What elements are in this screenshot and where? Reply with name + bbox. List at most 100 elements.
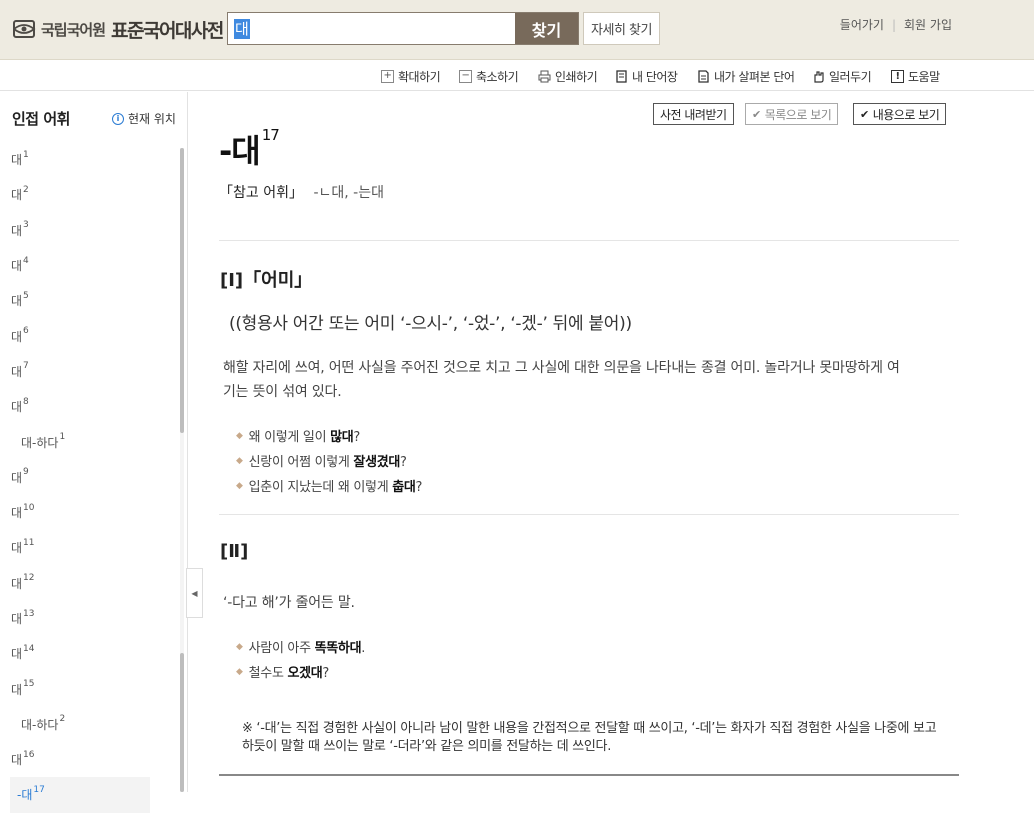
sidebar-item-label: 대 [11,364,23,379]
sidebar-item-label: 대-하다 [21,435,59,450]
sidebar-item-word[interactable]: 대1 [0,142,178,177]
search-button[interactable]: 찾기 [515,13,578,44]
sidebar-item-homograph-number: 3 [23,220,29,231]
signup-link[interactable]: 회원 가입 [904,16,952,33]
reference-value[interactable]: -ㄴ대, -는대 [313,185,384,201]
sidebar-item-homograph-number: 10 [23,502,35,513]
zoom-out-icon: − [459,69,472,83]
sense-1-grammar-note: ((형용사 어간 또는 어미 ‘-으시-’, ‘-었-’, ‘-겠-’ 뒤에 붙… [229,314,632,334]
sidebar-item-homograph-number: 12 [23,573,35,584]
hand-icon [812,70,825,83]
example-item: ◆ 사람이 아주 똑똑하대. [236,634,365,659]
sidebar-item-word[interactable]: 대 10 [0,495,178,530]
sidebar-item-word[interactable]: 대8 [0,389,178,424]
logo-icon [12,17,36,41]
sidebar-item-word[interactable]: 대-하다 2 [0,707,178,742]
usage-footnote: ※ ‘-대’는 직접 경험한 사실이 아니라 남이 말한 내용을 간접적으로 전… [242,721,937,754]
sidebar-item-homograph-number: 17 [33,784,45,795]
wordbook-button[interactable]: 내 단어장 [615,68,678,84]
print-button[interactable]: 인쇄하기 [538,68,598,84]
content-view-button[interactable]: ✔ 내용으로 보기 [853,103,947,125]
sidebar-item-homograph-number: 7 [23,361,29,372]
bullet-icon: ◆ [236,455,243,466]
sidebar-item-homograph-number: 1 [59,432,66,443]
sidebar-item-word[interactable]: 대9 [0,460,178,495]
sidebar-item-word[interactable]: 대7 [0,354,178,389]
adjacent-word-list: 대 1 대 2 대 3 대 4 대 5 대 6 대 7 대 8 대-하다 1 대 9 대 10 대 11 대 12 대 13 대 14 대 1… [0,142,178,813]
example-item: ◆ 철수도 오겠대? [236,659,365,684]
print-label: 인쇄하기 [555,69,598,84]
entry-title: -대 17 [219,126,280,172]
sidebar-item-homograph-number: 5 [23,290,29,301]
zoom-in-icon: + [381,69,394,83]
site-logo[interactable]: 국립국어원 표준국어대사전 [12,16,224,42]
example-item: ◆ 왜 이렇게 일이 많대? [236,423,422,448]
sidebar-item-homograph-number: 13 [23,608,35,619]
sidebar-item-word[interactable]: 대 15 [0,671,178,706]
sidebar-item-homograph-number: 11 [23,537,35,548]
sense-2-examples: ◆ 사람이 아주 똑똑하대. ◆ 철수도 오겠대? [236,634,365,684]
current-location-label: 현재 위치 [128,112,176,126]
sidebar-item-word[interactable]: 대6 [0,318,178,353]
example-text: 사람이 아주 똑똑하대. [248,641,366,656]
guide-button[interactable]: 일러두기 [812,68,872,84]
sidebar-item-label: 대 [11,647,23,662]
toolbar: + 확대하기 − 축소하기 인쇄하기 내 단어장 내가 살펴본 단어 일러두기 … [0,60,1034,91]
login-link[interactable]: 들어가기 [840,16,884,33]
search-input[interactable]: 대 [234,19,250,39]
sidebar-item-label: 대 [11,223,23,238]
check-icon: ✔ [860,107,869,121]
sidebar-item-word[interactable]: 대 12 [0,566,178,601]
sidebar-item-word[interactable]: 대 13 [0,601,178,636]
sidebar-item-word[interactable]: -대 17 [10,777,150,813]
sidebar-item-label: 대-하다 [21,717,59,732]
top-links: 들어가기 | 회원 가입 [840,16,952,33]
history-button[interactable]: 내가 살펴본 단어 [697,68,795,84]
example-text: 왜 이렇게 일이 많대? [248,430,361,445]
sidebar-item-word[interactable]: 대5 [0,283,178,318]
sidebar-item-homograph-number: 2 [23,184,29,195]
sidebar-item-label: 대 [11,506,23,521]
sidebar-item-homograph-number: 14 [23,643,35,654]
list-view-button[interactable]: ✔ 목록으로 보기 [745,103,839,125]
logo-name-text: 표준국어대사전 [111,19,224,42]
dictionary-download-button[interactable]: 사전 내려받기 [653,103,734,125]
reference-words: 「참고 어휘」 -ㄴ대, -는대 [219,182,384,202]
sidebar-item-word[interactable]: 대 16 [0,742,178,777]
example-item: ◆ 신랑이 어쩜 이렇게 잘생겼대? [236,448,422,473]
zoom-in-button[interactable]: + 확대하기 [381,68,441,84]
sidebar-item-label: -대 [17,788,33,803]
sense-1-definition: 해할 자리에 쓰여, 어떤 사실을 주어진 것으로 치고 그 사실에 대한 의문… [223,360,900,400]
zoom-out-button[interactable]: − 축소하기 [459,68,519,84]
bullet-icon: ◆ [236,641,243,652]
sidebar-item-word[interactable]: 대4 [0,248,178,283]
list-view-label: 목록으로 보기 [764,107,832,122]
sidebar-scrollbar-thumb[interactable] [180,148,184,433]
sidebar-item-label: 대 [11,400,23,415]
sidebar-item-homograph-number: 2 [59,714,66,725]
content-view-label: 내용으로 보기 [872,107,940,122]
sidebar-item-word[interactable]: 대2 [0,177,178,212]
divider [219,514,959,515]
wordbook-label: 내 단어장 [632,69,678,84]
sidebar-item-homograph-number: 9 [23,467,29,478]
header: 국립국어원 표준국어대사전 대 찾기 자세히 찾기 들어가기 | 회원 가입 [0,0,1034,60]
sidebar-item-label: 대 [11,188,23,203]
sidebar-scrollbar-thumb-lower[interactable] [180,653,184,792]
current-location-button[interactable]: i 현재 위치 [112,110,176,127]
bullet-icon: ◆ [236,480,243,491]
entry-headword: -대 [219,132,261,170]
help-button[interactable]: ! 도움말 [891,68,940,84]
sidebar-item-word[interactable]: 대-하다 1 [0,424,178,459]
sidebar-item-homograph-number: 1 [23,149,29,160]
sidebar-item-label: 대 [11,753,23,768]
sidebar-item-word[interactable]: 대 11 [0,530,178,565]
sidebar-item-word[interactable]: 대3 [0,213,178,248]
sidebar-item-word[interactable]: 대 14 [0,636,178,671]
reference-label: 「참고 어휘」 [219,185,303,201]
zoom-out-label: 축소하기 [476,69,519,84]
sidebar-item-label: 대 [11,294,23,309]
detail-search-button[interactable]: 자세히 찾기 [583,12,660,45]
sidebar-title: 인접 어휘 [12,110,70,128]
divider [219,774,959,776]
